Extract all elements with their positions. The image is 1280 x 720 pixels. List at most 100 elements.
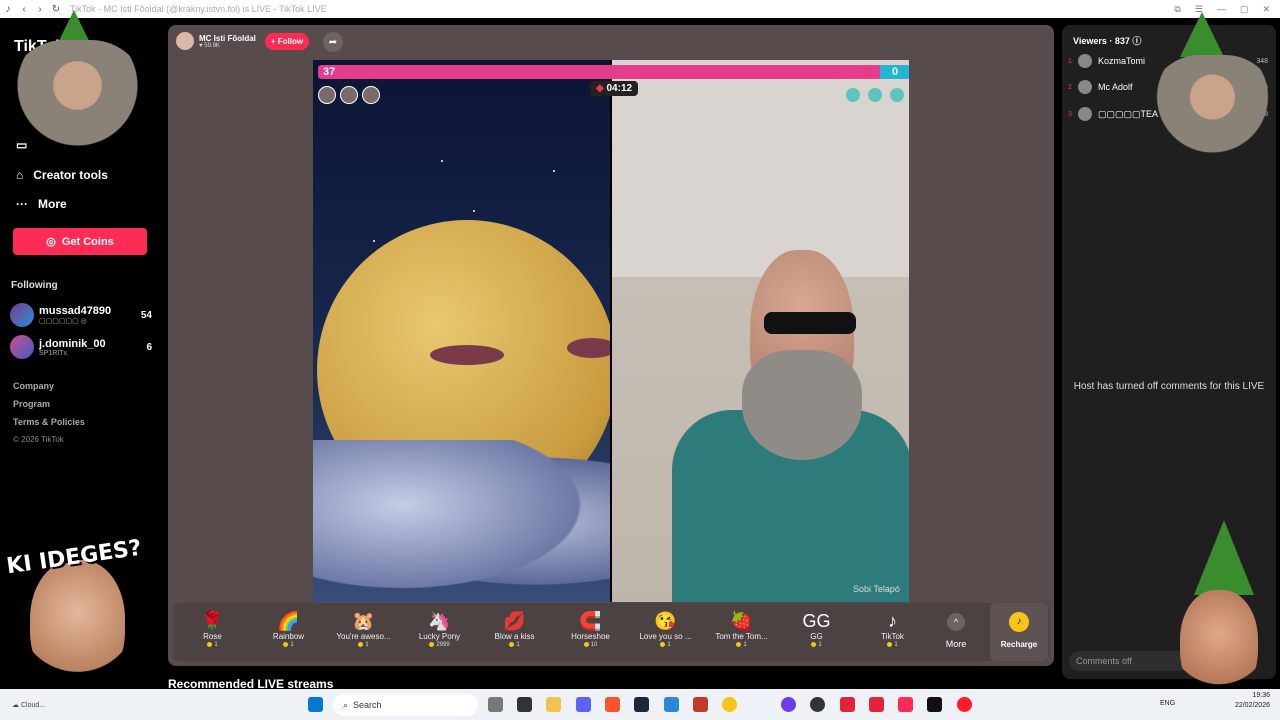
app-icon[interactable] [781,697,796,712]
pineapple-leaves-overlay [1180,12,1224,57]
app-icon[interactable] [693,697,708,712]
viewer-count: 54 [140,309,152,321]
start-icon[interactable] [308,697,323,712]
copyright: © 2026 TikTok [13,435,64,444]
supporter-avatar[interactable] [340,86,358,104]
following-item[interactable]: mussad47890 ▢▢▢▢▢▢ ◎ 54 [10,301,152,329]
page-title: TikTok - MC Isti Fõoldal (@krakny.istvn.… [70,4,327,14]
more-link[interactable]: ··· More [16,197,67,211]
gift-item[interactable]: 🧲 Horseshoe 10 [553,603,628,661]
gift-price: 1 [326,642,401,648]
gift-item[interactable]: 😘 Love you so ... 1 [628,603,703,661]
time: 19:36 [1252,692,1270,699]
comment-input[interactable]: Comments off [1069,651,1189,671]
viewers-title: Viewers · 837 ⓘ [1073,36,1142,46]
supporter-avatar[interactable] [318,86,336,104]
rat-overlay-sticker [10,40,145,170]
get-coins-button[interactable]: ◎ Get Coins [13,228,147,255]
battle-icon: ◆ [596,83,604,94]
following-item[interactable]: j.dominik_00 SP1RITx 6 [10,333,152,361]
app-icon[interactable] [869,697,884,712]
host-avatar[interactable] [176,32,194,50]
gift-icon: 😘 [654,611,677,631]
footer-terms[interactable]: Terms & Policies [13,417,85,427]
creator-tools-link[interactable]: ⌂ Creator tools [16,168,108,182]
language-indicator[interactable]: ENG [1160,700,1175,707]
face-overlay-sticker [30,560,125,690]
comments-off-message: Host has turned off comments for this LI… [1073,381,1265,392]
following-name: mussad47890 [39,305,112,317]
footer-program[interactable]: Program [13,399,50,409]
heart-icon: ♥ [199,42,203,49]
gift-icon: GG [802,611,831,631]
supporter-avatar[interactable] [890,88,904,102]
gift-item[interactable]: GG GG 1 [779,603,854,661]
live-video[interactable]: 37 0 ◆ 04:12 Sobi Telapó [313,60,909,602]
app-icon[interactable] [840,697,855,712]
browser-icon[interactable] [810,697,825,712]
viewer-name: KozmaTomi [1098,56,1146,66]
gift-item[interactable]: 🌹 Rose 1 [175,603,250,661]
video-right-man [612,60,909,602]
share-icon[interactable]: ➦ [323,32,343,52]
gift-icon: ♪ [888,611,897,631]
gift-name: Rose [203,632,222,641]
coin-app-icon[interactable] [722,697,737,712]
gift-item[interactable]: 🍓 Tom the Tom... 1 [704,603,779,661]
gift-name: You're aweso... [336,632,391,641]
gift-icon: 🦄 [428,611,451,631]
gift-bar: 🌹 Rose 1 🌈 Rainbow 1 🐹 You're aweso... 1 🦄 Lucky P… [173,603,1049,661]
gift-item[interactable]: 🐹 You're aweso... 1 [326,603,401,661]
close-icon[interactable]: ✕ [1262,4,1270,15]
creator-tools-label: Creator tools [33,168,108,182]
gift-more-button[interactable]: ^ More [936,613,976,649]
gift-price: 1 [704,642,779,648]
supporter-avatar[interactable] [362,86,380,104]
gift-icon: 🧲 [579,611,602,631]
back-icon[interactable]: ‹ [16,4,32,15]
cloud-icon: ☁ [12,701,19,709]
man-figure [672,250,909,602]
gift-name: Lucky Pony [418,632,461,641]
viewer-name: Mc Adolf [1098,82,1133,92]
tiktok-app-icon[interactable] [927,697,942,712]
app-icon[interactable] [664,697,679,712]
gift-item[interactable]: 💋 Blow a kiss 1 [477,603,552,661]
clock[interactable]: 19:36 22/02/2026 [1235,691,1270,711]
gift-icon: 🍓 [730,611,753,631]
supporter-avatar[interactable] [846,88,860,102]
avatar [10,335,34,359]
gift-price: 1 [855,642,930,648]
footer-company[interactable]: Company [13,381,54,391]
info-icon[interactable]: ⓘ [1132,36,1141,46]
steam-icon[interactable] [634,697,649,712]
task-view-icon[interactable] [488,697,503,712]
recharge-button[interactable]: ♪ Recharge [990,603,1048,661]
following-sub: ▢▢▢▢▢▢ ◎ [39,318,87,325]
avatar [10,303,34,327]
host-name: MC Isti Fõoldal [199,33,256,43]
discord-icon[interactable] [576,697,591,712]
avatar [1078,54,1092,68]
file-explorer-icon[interactable] [546,697,561,712]
maximize-icon[interactable]: ▢ [1240,4,1249,15]
coin-icon: ◎ [46,236,56,248]
taskbar-search[interactable]: ⌕ Search [333,694,478,716]
supporter-avatar[interactable] [868,88,882,102]
avatar [1078,107,1092,121]
video-left-moon [313,60,617,602]
gift-item[interactable]: 🌈 Rainbow 1 [251,603,326,661]
app-icon[interactable] [517,697,532,712]
weather-widget[interactable]: ☁ Cloud... [12,701,45,709]
tiktok-app-icon[interactable] [898,697,913,712]
forward-icon[interactable]: › [32,4,48,15]
gift-price: 1 [175,642,250,648]
follow-button[interactable]: + Follow [264,32,310,50]
brave-icon[interactable] [605,697,620,712]
gift-item[interactable]: ♪ TikTok 1 [855,603,930,661]
gift-item[interactable]: 🦄 Lucky Pony 2999 [402,603,477,661]
pineapple-leaves-overlay [1194,520,1254,595]
opera-icon[interactable] [957,697,972,712]
host-info[interactable]: MC Isti Fõoldal ♥ 59.9K + Follow [176,32,310,50]
search-icon: ⌕ [343,699,349,710]
